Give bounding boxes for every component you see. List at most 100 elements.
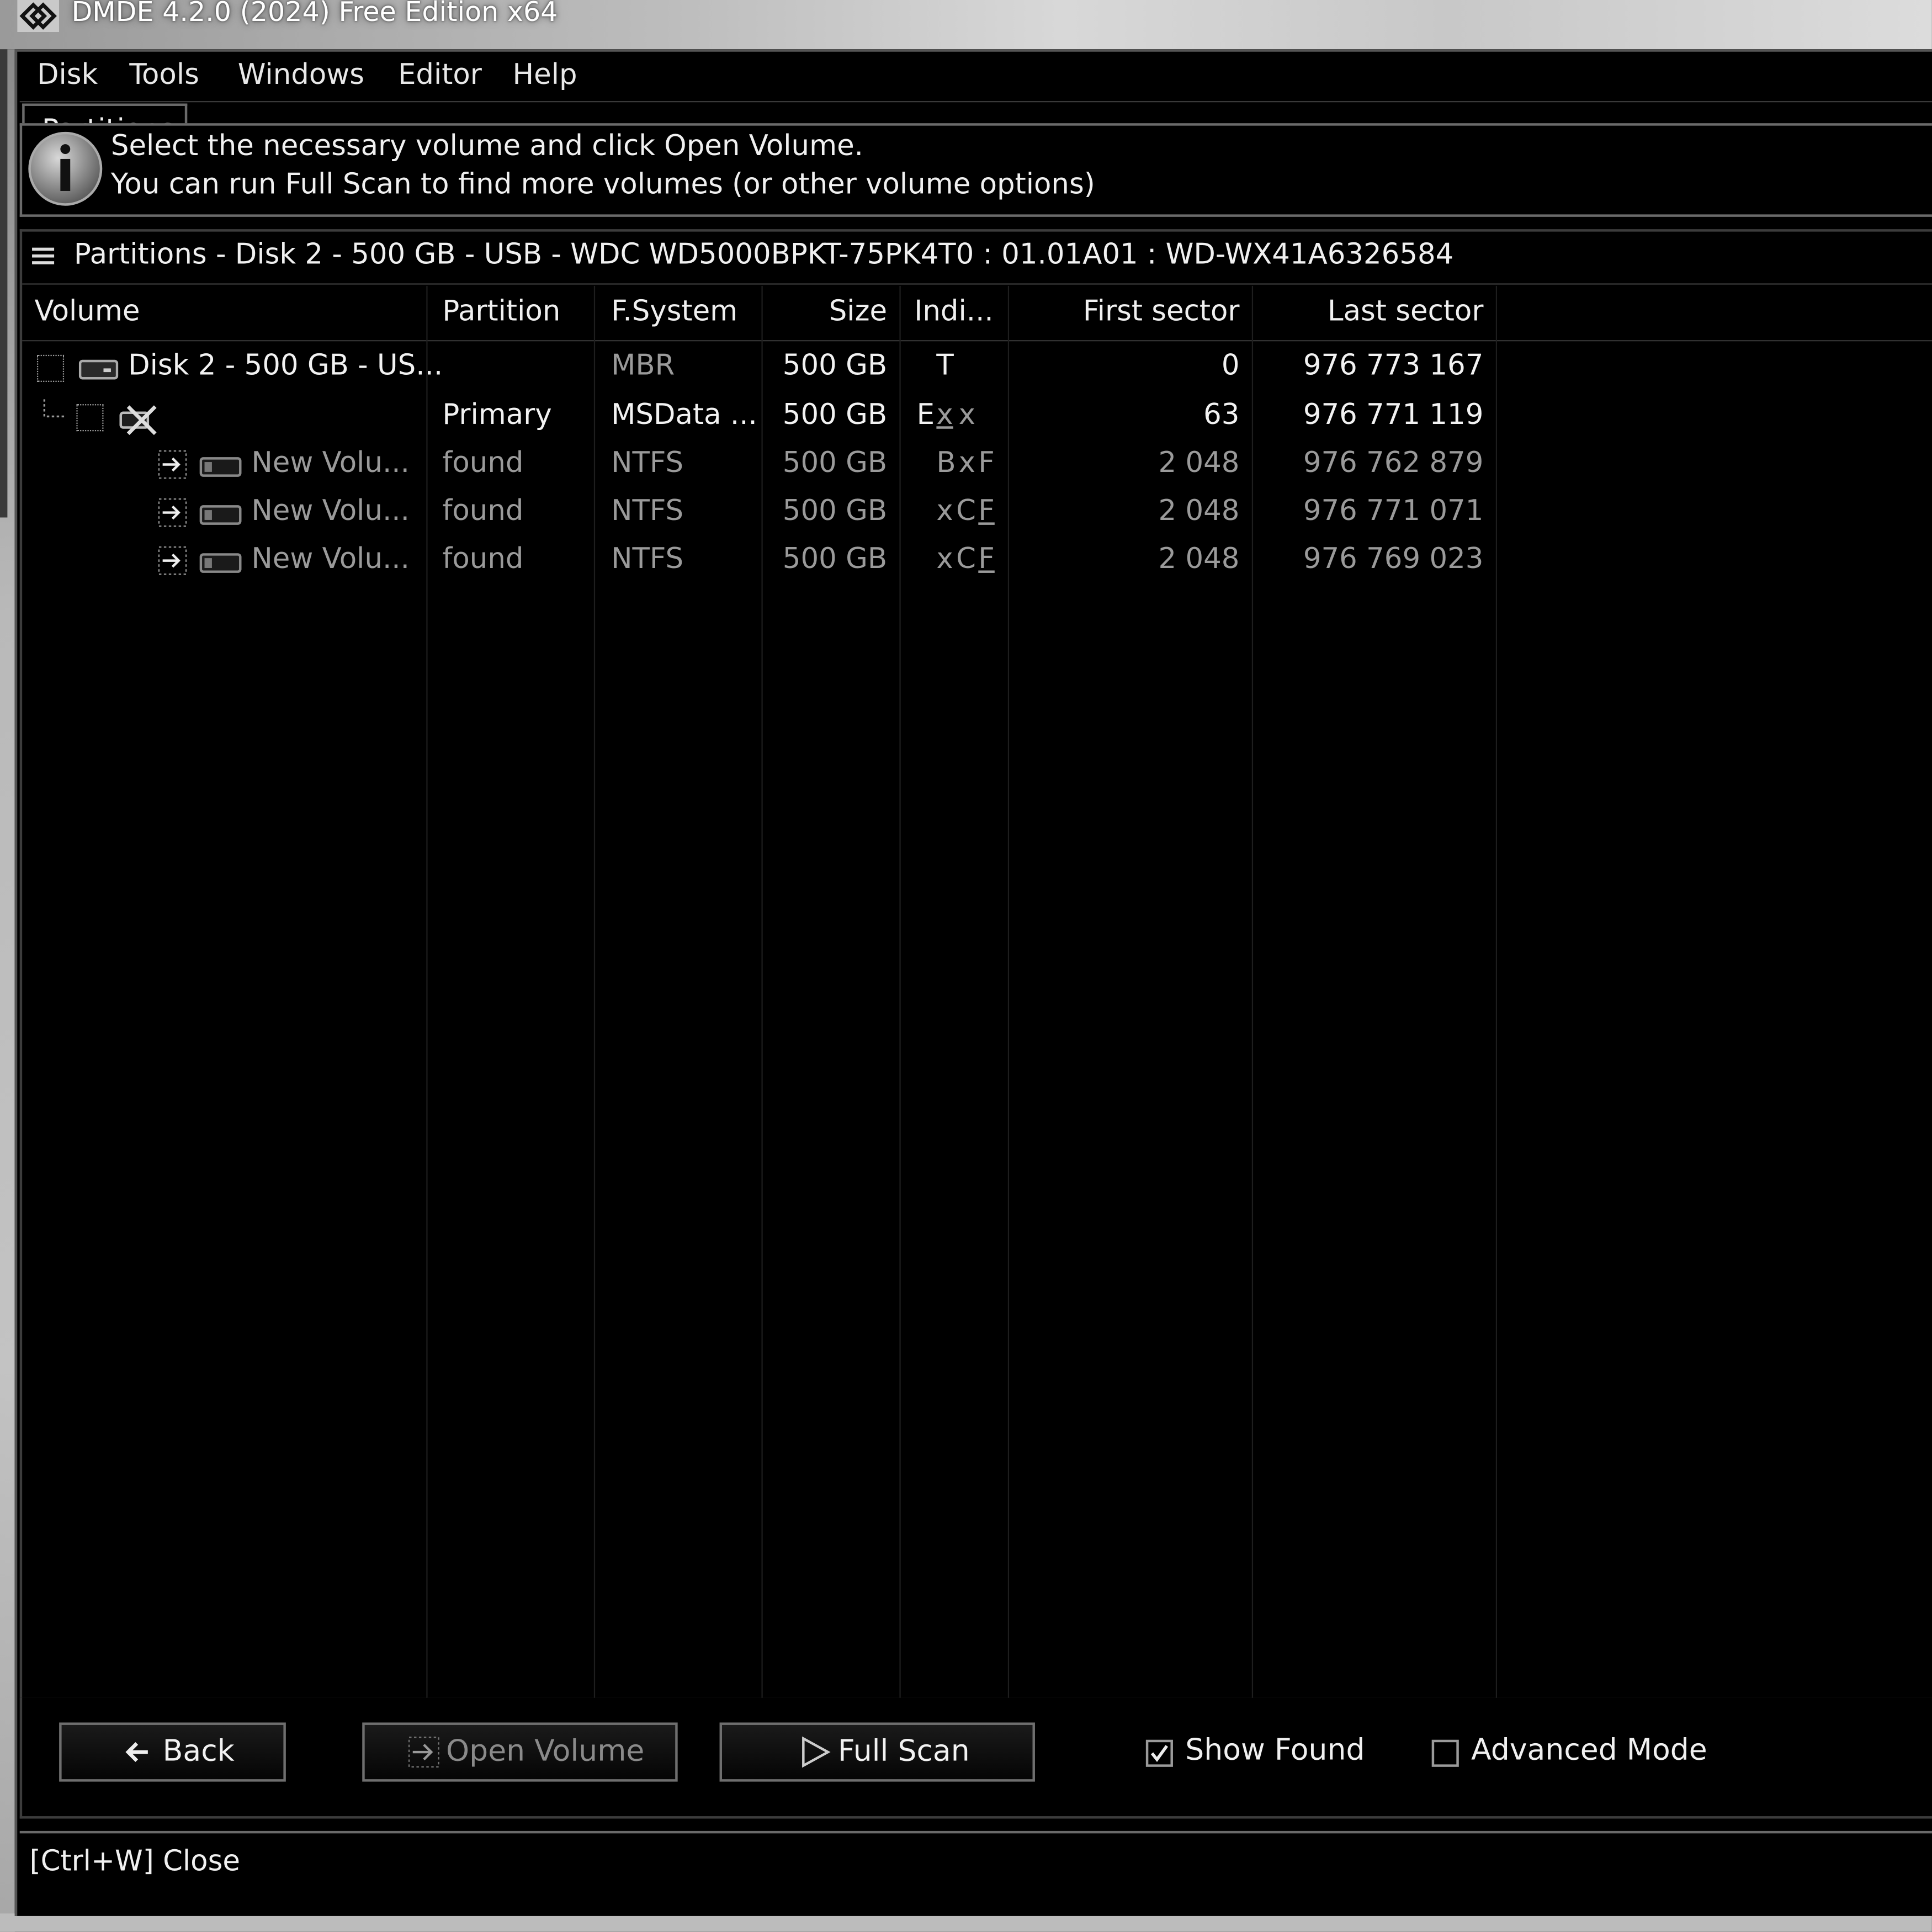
column-indicators[interactable]: Indi... <box>914 296 994 328</box>
row-fs: NTFS <box>611 495 684 528</box>
row-partition: found <box>442 495 524 528</box>
open-volume-button-label: Open Volume <box>446 1733 645 1769</box>
row-indicator: F <box>978 447 995 480</box>
row-select-box[interactable] <box>76 404 104 432</box>
play-icon <box>802 1736 831 1768</box>
row-last-sector: 976 762 879 <box>1303 447 1484 480</box>
window-frame-bottom <box>0 1913 1932 1932</box>
info-line-1: Select the necessary volume and click Op… <box>110 130 864 163</box>
hamburger-menu-icon[interactable] <box>32 246 55 266</box>
advanced-mode-label[interactable]: Advanced Mode <box>1471 1732 1707 1766</box>
row-indicator: x <box>958 399 975 432</box>
row-indicator: x <box>958 447 975 480</box>
partition-error-icon <box>119 405 157 436</box>
advanced-mode-checkbox[interactable] <box>1431 1739 1459 1767</box>
app-stage: DMDE 4.2.0 (2024) Free Edition x64 Disk … <box>0 0 1932 1932</box>
row-volume: New Volu... <box>251 543 410 576</box>
row-first-sector: 63 <box>1203 399 1240 432</box>
row-indicator: E <box>916 399 935 432</box>
column-fsystem[interactable]: F.System <box>611 296 737 328</box>
table-row-found-volume[interactable]: New Volu... found NTFS 500 GB x C F 2 04… <box>22 538 1501 585</box>
show-found-checkbox[interactable] <box>1145 1739 1173 1767</box>
row-indicator: x <box>936 495 953 528</box>
row-volume: New Volu... <box>251 447 410 480</box>
table-row-primary[interactable]: Primary MSData ... 500 GB E x x 63 976 7… <box>22 394 1501 441</box>
row-partition: found <box>442 447 524 480</box>
window-title: DMDE 4.2.0 (2024) Free Edition x64 <box>71 0 558 29</box>
row-indicator: F <box>978 495 995 528</box>
row-indicator: x <box>936 543 953 576</box>
table-row-disk[interactable]: Disk 2 - 500 GB - US... MBR 500 GB T 0 9… <box>22 345 1501 392</box>
column-volume[interactable]: Volume <box>34 296 140 328</box>
volume-icon <box>199 505 242 525</box>
row-volume: Disk 2 - 500 GB - US... <box>128 349 443 382</box>
menu-editor[interactable]: Editor <box>398 59 482 91</box>
column-header-row: Volume Partition F.System Size Indi... F… <box>22 286 1932 342</box>
row-indicator: x <box>936 399 953 432</box>
row-partition: Primary <box>442 399 552 432</box>
checkmark-icon <box>1150 1745 1169 1763</box>
row-first-sector: 2 048 <box>1158 447 1240 480</box>
row-first-sector: 0 <box>1221 349 1240 382</box>
arrow-right-box-icon[interactable] <box>158 450 188 480</box>
info-panel: Select the necessary volume and click Op… <box>19 123 1932 217</box>
row-size: 500 GB <box>782 543 888 576</box>
row-first-sector: 2 048 <box>1158 543 1240 576</box>
row-partition: found <box>442 543 524 576</box>
volume-icon <box>199 457 242 477</box>
row-fs: MBR <box>611 349 675 382</box>
menu-tools[interactable]: Tools <box>129 59 199 91</box>
row-fs: NTFS <box>611 543 684 576</box>
menu-disk[interactable]: Disk <box>37 59 98 91</box>
row-select-box[interactable] <box>36 354 65 382</box>
column-first-sector[interactable]: First sector <box>1032 296 1240 328</box>
menu-bar: Disk Tools Windows Editor Help <box>19 54 1932 103</box>
column-size[interactable]: Size <box>774 296 887 328</box>
row-last-sector: 976 771 119 <box>1303 399 1484 432</box>
tree-connector-icon <box>43 399 65 418</box>
open-volume-button[interactable]: Open Volume <box>362 1722 678 1782</box>
column-partition[interactable]: Partition <box>442 296 560 328</box>
status-text: [Ctrl+W] Close <box>29 1845 240 1878</box>
arrow-left-icon <box>125 1742 148 1763</box>
menu-windows[interactable]: Windows <box>238 59 364 91</box>
title-bar[interactable]: DMDE 4.2.0 (2024) Free Edition x64 <box>0 0 1932 50</box>
row-indicator: C <box>956 543 976 576</box>
partitions-panel-header: Partitions - Disk 2 - 500 GB - USB - WDC… <box>22 232 1932 285</box>
row-size: 500 GB <box>782 447 888 480</box>
full-scan-button-label: Full Scan <box>837 1733 970 1769</box>
column-last-sector[interactable]: Last sector <box>1267 296 1483 328</box>
open-volume-icon <box>408 1737 439 1768</box>
row-indicator: T <box>936 349 954 382</box>
row-fs: NTFS <box>611 447 684 480</box>
partitions-panel-title: Partitions - Disk 2 - 500 GB - USB - WDC… <box>73 239 1454 272</box>
row-size: 500 GB <box>782 349 888 382</box>
window-frame-left <box>0 49 15 1932</box>
menu-help[interactable]: Help <box>513 59 577 91</box>
arrow-right-box-icon[interactable] <box>158 498 188 528</box>
back-button[interactable]: Back <box>59 1722 286 1782</box>
status-bar: [Ctrl+W] Close <box>19 1830 1932 1895</box>
row-indicator: C <box>956 495 976 528</box>
action-bar: Back Open Volume Full Scan Show Found Ad… <box>19 1697 1932 1819</box>
row-indicator: B <box>936 447 956 480</box>
row-last-sector: 976 773 167 <box>1303 349 1484 382</box>
show-found-label[interactable]: Show Found <box>1185 1732 1365 1766</box>
hard-disk-icon <box>78 359 119 380</box>
row-indicator: F <box>978 543 995 576</box>
dmde-logo-icon <box>17 0 60 33</box>
back-button-label: Back <box>162 1733 235 1769</box>
table-row-found-volume[interactable]: New Volu... found NTFS 500 GB B x F 2 04… <box>22 442 1501 489</box>
full-scan-button[interactable]: Full Scan <box>719 1722 1035 1782</box>
arrow-right-box-icon[interactable] <box>158 546 188 576</box>
partitions-panel: Partitions - Disk 2 - 500 GB - USB - WDC… <box>19 229 1932 1701</box>
table-row-found-volume[interactable]: New Volu... found NTFS 500 GB x C F 2 04… <box>22 490 1501 537</box>
info-line-2: You can run Full Scan to find more volum… <box>110 168 1095 201</box>
row-volume: New Volu... <box>251 495 410 528</box>
row-size: 500 GB <box>782 495 888 528</box>
volume-icon <box>199 553 242 573</box>
info-icon <box>28 131 103 206</box>
row-first-sector: 2 048 <box>1158 495 1240 528</box>
row-last-sector: 976 769 023 <box>1303 543 1484 576</box>
row-fs: MSData ... <box>611 399 757 432</box>
